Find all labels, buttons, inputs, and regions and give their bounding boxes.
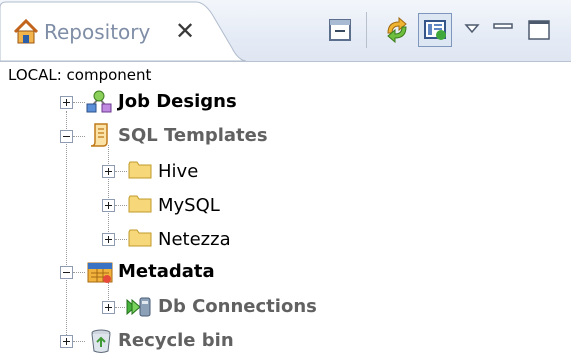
recycle-bin-icon	[88, 328, 114, 354]
close-icon[interactable]: ✕	[171, 17, 199, 45]
repository-root-label[interactable]: LOCAL: component	[8, 66, 151, 84]
folder-icon	[128, 193, 154, 219]
tree-item-sql-templates[interactable]: SQL Templates	[0, 120, 571, 154]
metadata-icon	[87, 259, 113, 285]
tree-connector	[115, 171, 127, 173]
sql-templates-icon	[88, 122, 114, 148]
tree-item-netezza[interactable]: Netezza	[0, 223, 571, 257]
db-connections-icon	[126, 294, 152, 320]
toolbar-separator	[366, 12, 367, 48]
node-label: SQL Templates	[118, 125, 268, 146]
folder-icon	[128, 159, 154, 185]
tree-connector	[73, 341, 85, 343]
node-label: Metadata	[118, 261, 215, 282]
node-label: Db Connections	[158, 296, 317, 317]
tree-item-mysql[interactable]: MySQL	[0, 189, 571, 223]
repository-tab[interactable]: Repository ✕	[0, 0, 246, 61]
tree-connector	[73, 272, 85, 274]
collapse-icon[interactable]	[60, 266, 73, 279]
expand-icon[interactable]	[60, 335, 73, 348]
tree-item-db-connections[interactable]: Db Connections	[0, 291, 571, 325]
tree-item-hive[interactable]: Hive	[0, 155, 571, 189]
expand-icon[interactable]	[102, 233, 115, 246]
tree-connector	[115, 205, 127, 207]
maximize-icon[interactable]	[524, 13, 558, 47]
home-icon	[12, 18, 40, 46]
node-label: Netezza	[158, 229, 231, 250]
collapse-all-icon[interactable]	[323, 13, 357, 47]
filter-icon[interactable]	[418, 13, 452, 47]
tree-connector	[115, 239, 127, 241]
repository-view-titlebar: Repository ✕	[0, 0, 571, 62]
tree-connector	[115, 307, 125, 309]
tree-connector	[73, 136, 85, 138]
folder-icon	[128, 227, 154, 253]
expand-icon[interactable]	[102, 301, 115, 314]
minimize-icon[interactable]	[489, 13, 523, 47]
expand-icon[interactable]	[60, 96, 73, 109]
node-label: Recycle bin	[118, 330, 234, 351]
refresh-icon[interactable]	[380, 13, 414, 47]
tree-item-recycle-bin[interactable]: Recycle bin	[0, 325, 571, 359]
tree-connector	[73, 102, 85, 104]
node-label: Job Designs	[118, 91, 237, 112]
collapse-icon[interactable]	[60, 130, 73, 143]
node-label: Hive	[158, 161, 199, 182]
tree-item-job-designs[interactable]: Job Designs	[0, 86, 571, 120]
view-menu-icon[interactable]	[459, 13, 493, 47]
expand-icon[interactable]	[102, 165, 115, 178]
tree-item-metadata[interactable]: Metadata	[0, 256, 571, 290]
node-label: MySQL	[158, 195, 220, 216]
expand-icon[interactable]	[102, 199, 115, 212]
job-designs-icon	[86, 88, 112, 114]
tab-title: Repository	[44, 20, 151, 44]
